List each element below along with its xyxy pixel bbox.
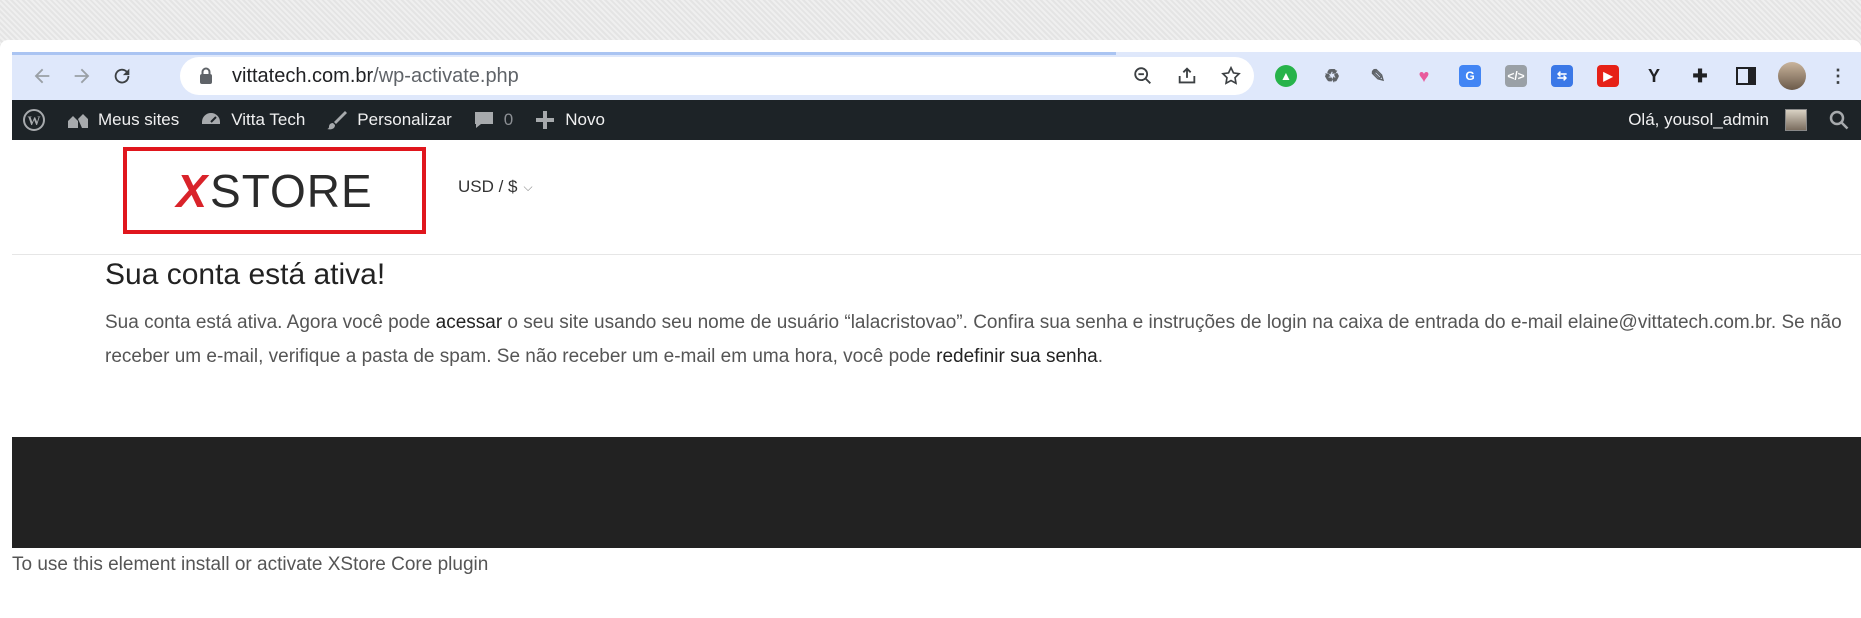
plus-icon (536, 111, 555, 129)
customize-link[interactable]: Personalizar (315, 100, 462, 140)
reset-password-link[interactable]: redefinir sua senha (936, 346, 1098, 367)
browser-window: vittatech.com.br/wp-activate.php ▲ ♻ ✎ ♥… (0, 40, 1861, 618)
houses-icon (68, 114, 88, 128)
extension-y-icon[interactable]: Y (1638, 60, 1670, 92)
lock-icon (200, 67, 212, 84)
extension-cast-icon[interactable]: ⇆ (1546, 60, 1578, 92)
greeting-label: Olá, yousol_admin (1628, 110, 1769, 129)
extension-heart-icon[interactable]: ♥ (1408, 60, 1440, 92)
address-bar[interactable]: vittatech.com.br/wp-activate.php (180, 57, 1254, 95)
comments-link[interactable]: 0 (462, 100, 523, 140)
extension-thumb-icon[interactable]: ▲ (1270, 60, 1302, 92)
side-panel-icon[interactable] (1730, 60, 1762, 92)
site-name-label: Vitta Tech (231, 110, 306, 129)
main-content: Sua conta está ativa! Sua conta está ati… (105, 258, 1845, 374)
message-part-1: Sua conta está ativa. Agora você pode (105, 312, 436, 333)
extension-youtube-icon[interactable]: ▶ (1592, 60, 1624, 92)
wordpress-logo-menu[interactable]: W (12, 100, 56, 140)
comment-icon (474, 112, 493, 128)
chevron-down-icon: ⌵ (523, 179, 533, 194)
extension-code-icon[interactable]: </> (1500, 60, 1532, 92)
new-content-menu[interactable]: Novo (523, 100, 615, 140)
site-header: X STORE USD / $ ⌵ (12, 140, 1861, 255)
browser-menu-icon[interactable]: ⋮ (1822, 60, 1854, 92)
message-part-3: . (1097, 346, 1104, 367)
search-icon (1829, 110, 1849, 130)
extension-translate-icon[interactable]: G (1454, 60, 1486, 92)
brush-icon (327, 111, 348, 130)
activation-message: Sua conta está ativa. Agora você pode ac… (105, 306, 1845, 374)
footer-dark-band (12, 437, 1861, 548)
new-label: Novo (565, 110, 605, 129)
share-icon[interactable] (1176, 65, 1198, 87)
browser-toolbar: vittatech.com.br/wp-activate.php ▲ ♻ ✎ ♥… (12, 52, 1861, 100)
admin-search-button[interactable] (1817, 100, 1861, 140)
extensions-bar: ▲ ♻ ✎ ♥ G </> ⇆ ▶ Y ✚ ⋮ (1270, 52, 1854, 100)
admin-avatar (1785, 109, 1807, 131)
arrow-left-icon (34, 68, 50, 84)
back-button[interactable] (22, 56, 62, 96)
extension-recycle-icon[interactable]: ♻ (1316, 60, 1348, 92)
plugin-notice: To use this element install or activate … (12, 554, 489, 575)
my-sites-menu[interactable]: Meus sites (56, 100, 189, 140)
zoom-out-icon[interactable] (1132, 65, 1154, 87)
my-account-menu[interactable]: Olá, yousol_admin (1618, 100, 1817, 140)
comments-count: 0 (503, 110, 514, 129)
page-title: Sua conta está ativa! (105, 258, 386, 291)
profile-avatar[interactable] (1776, 60, 1808, 92)
dashboard-icon (200, 110, 223, 126)
my-sites-label: Meus sites (98, 110, 180, 129)
site-logo[interactable]: X STORE (176, 164, 372, 218)
access-link[interactable]: acessar (436, 312, 503, 333)
wp-admin-bar: W Meus sites Vitta Tech Personalizar 0 N… (12, 100, 1861, 140)
extensions-puzzle-icon[interactable]: ✚ (1684, 60, 1716, 92)
logo-mark: X (176, 164, 209, 217)
page-load-indicator (12, 52, 1116, 55)
wordpress-icon: W (23, 109, 45, 131)
arrow-right-icon (74, 68, 90, 84)
forward-button[interactable] (62, 56, 102, 96)
logo-highlight-box: X STORE (123, 147, 426, 234)
extension-eyedropper-icon[interactable]: ✎ (1362, 60, 1394, 92)
svg-text:W: W (28, 113, 41, 128)
currency-switcher[interactable]: USD / $ ⌵ (458, 177, 533, 197)
customize-label: Personalizar (357, 110, 452, 129)
reload-button[interactable] (102, 56, 142, 96)
star-icon[interactable] (1220, 65, 1242, 87)
logo-text: STORE (210, 164, 373, 217)
currency-label: USD / $ (458, 177, 518, 196)
url-text: vittatech.com.br/wp-activate.php (232, 64, 519, 87)
site-name-menu[interactable]: Vitta Tech (189, 100, 315, 140)
reload-icon (114, 68, 130, 84)
